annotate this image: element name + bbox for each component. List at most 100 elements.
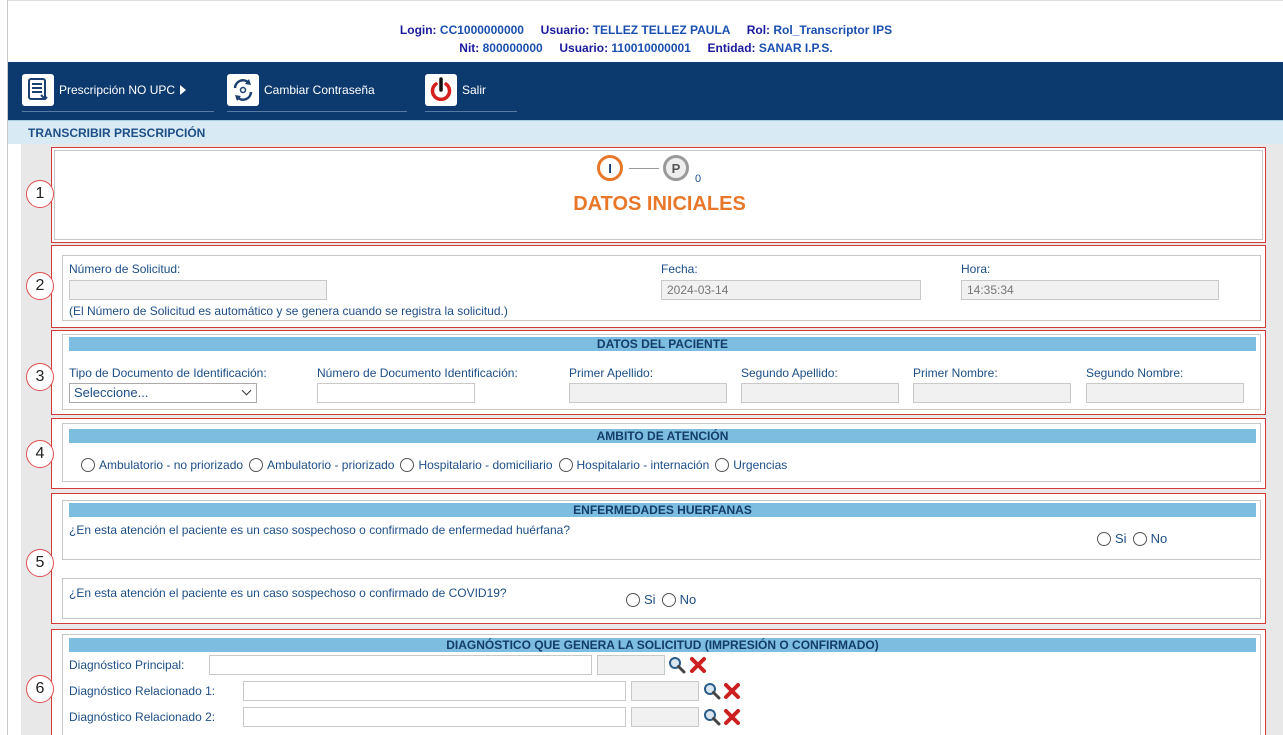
covid-question: ¿En esta atención el paciente es un caso… [69,586,507,600]
diagnostico-header: DIAGNÓSTICO QUE GENERA LA SOLICITUD (IMP… [69,638,1256,652]
ambito-box: AMBITO DE ATENCIÓN Ambulatorio - no prio… [51,418,1266,489]
navbar: Prescripción NO UPC Cambiar Contraseña S… [8,62,1283,120]
primer-nombre-field [913,383,1071,403]
ambito-option[interactable]: Ambulatorio - priorizado [249,458,394,472]
power-icon [425,73,457,106]
search-icon[interactable] [703,708,721,726]
segundo-apellido-label: Segundo Apellido: [741,366,838,380]
step-title: DATOS INICIALES [573,193,746,215]
nav-salir-label: Salir [462,82,487,97]
paciente-box: DATOS DEL PACIENTE Tipo de Documento de … [51,330,1266,415]
radio-icon[interactable] [1132,531,1147,546]
diagnostico-box: DIAGNÓSTICO QUE GENERA LA SOLICITUD (IMP… [51,629,1266,735]
step-header-inner: I P 0 DATOS INICIALES [54,150,1263,240]
search-icon[interactable] [668,656,686,674]
covid-no-option[interactable]: No [661,592,697,607]
radio-icon[interactable] [626,592,640,607]
nav-salir[interactable]: Salir [425,70,517,112]
huerfanas-no-option[interactable]: No [1132,531,1168,546]
tipo-doc-select[interactable]: Seleccione... [69,383,257,403]
ambito-option-label: Ambulatorio - no priorizado [99,458,244,472]
solicitud-inner: Número de Solicitud: (El Número de Solic… [62,255,1261,321]
solicitud-box: Número de Solicitud: (El Número de Solic… [51,245,1266,328]
diagnostico-rel2-input[interactable] [243,707,626,727]
delete-icon[interactable] [723,682,741,700]
nit-value: 800000000 [482,41,543,55]
radio-icon[interactable] [81,458,95,472]
nav-prescripcion-no-upc[interactable]: Prescripción NO UPC [22,70,214,112]
entidad-key: Entidad: [707,41,756,55]
document-icon [22,73,54,106]
huerfanas-question: ¿En esta atención el paciente es un caso… [69,523,570,537]
ambito-options: Ambulatorio - no priorizado Ambulatorio … [81,458,793,472]
login-key: Login: [399,23,437,37]
diagnostico-rel2-code [631,707,699,727]
numero-solicitud-note: (El Número de Solicitud es automático y … [69,304,508,318]
ambito-option[interactable]: Hospitalario - internación [558,458,709,472]
entidad-value: SANAR I.P.S. [758,41,833,55]
paciente-inner: DATOS DEL PACIENTE Tipo de Documento de … [62,334,1261,410]
section-marker-6: 6 [26,675,54,703]
huerfanas-si-option[interactable]: Si [1097,531,1127,546]
user-info-header: Login: CC1000000000 Usuario: TELLEZ TELL… [8,0,1283,62]
usuario-code-value: 110010000001 [611,41,691,55]
radio-icon[interactable] [558,458,573,472]
segundo-nombre-label: Segundo Nombre: [1086,366,1184,380]
refresh-key-icon [227,73,259,106]
hora-field: 14:35:34 [961,280,1219,300]
ambito-option-label: Urgencias [733,458,788,472]
diagnostico-principal-label: Diagnóstico Principal: [69,658,185,672]
delete-icon[interactable] [723,708,741,726]
step-header-box: I P 0 DATOS INICIALES [51,147,1266,243]
diagnostico-rel1-code [631,681,699,701]
section-marker-3: 3 [26,363,54,391]
huerfanas-inner: ENFERMEDADES HUERFANAS ¿En esta atención… [62,500,1261,560]
search-icon[interactable] [703,682,721,700]
user-info-line-2: Nit: 800000000 Usuario: 110010000001 Ent… [8,41,1283,55]
huerfanas-radio-group: Si No [1097,531,1173,546]
ambito-option[interactable]: Urgencias [715,458,787,472]
section-title: TRANSCRIBIR PRESCRIPCIÓN [8,120,1283,144]
nit-key: Nit: [459,41,480,55]
radio-icon[interactable] [400,458,415,472]
delete-icon[interactable] [689,656,707,674]
diagnostico-principal-input[interactable] [209,655,592,675]
chevron-right-icon [180,84,187,95]
section-marker-4: 4 [26,440,54,468]
diagnostico-inner: DIAGNÓSTICO QUE GENERA LA SOLICITUD (IMP… [62,634,1261,735]
num-doc-label: Número de Documento Identificación: [317,366,518,380]
primer-apellido-field [569,383,727,403]
usuario-code-key: Usuario: [559,41,609,55]
numero-solicitud-field [69,280,327,300]
huerfanas-box: ENFERMEDADES HUERFANAS ¿En esta atención… [51,493,1266,624]
nav-cambiar-contrasena[interactable]: Cambiar Contraseña [227,70,407,112]
diagnostico-rel1-label: Diagnóstico Relacionado 1: [69,684,216,698]
diagnostico-rel2-label: Diagnóstico Relacionado 2: [69,710,216,724]
radio-icon[interactable] [1097,531,1111,546]
section-marker-1: 1 [26,180,54,208]
step-sub-index: 0 [695,173,702,185]
diagnostico-rel1-input[interactable] [243,681,626,701]
section-marker-2: 2 [26,272,54,300]
covid-inner: ¿En esta atención el paciente es un caso… [62,578,1261,619]
num-doc-input[interactable] [317,383,475,403]
radio-icon[interactable] [249,458,264,472]
user-info-line-1: Login: CC1000000000 Usuario: TELLEZ TELL… [8,23,1283,37]
ambito-option-label: Ambulatorio - priorizado [267,458,395,472]
chevron-down-icon [241,385,252,396]
covid-radio-group: Si No [626,592,702,607]
no-label: No [1150,531,1168,546]
nav-cambiar-label: Cambiar Contraseña [264,82,375,97]
radio-icon[interactable] [661,592,676,607]
covid-si-option[interactable]: Si [626,592,656,607]
hora-label: Hora: [961,262,991,276]
primer-nombre-label: Primer Nombre: [913,366,998,380]
no-label: No [679,592,697,607]
tipo-doc-selected: Seleccione... [74,385,149,400]
si-label: Si [1115,531,1127,546]
huerfanas-header: ENFERMEDADES HUERFANAS [69,503,1256,517]
page: Login: CC1000000000 Usuario: TELLEZ TELL… [7,0,1283,735]
radio-icon[interactable] [715,458,730,472]
ambito-option[interactable]: Ambulatorio - no priorizado [81,458,243,472]
ambito-option[interactable]: Hospitalario - domiciliario [400,458,553,472]
